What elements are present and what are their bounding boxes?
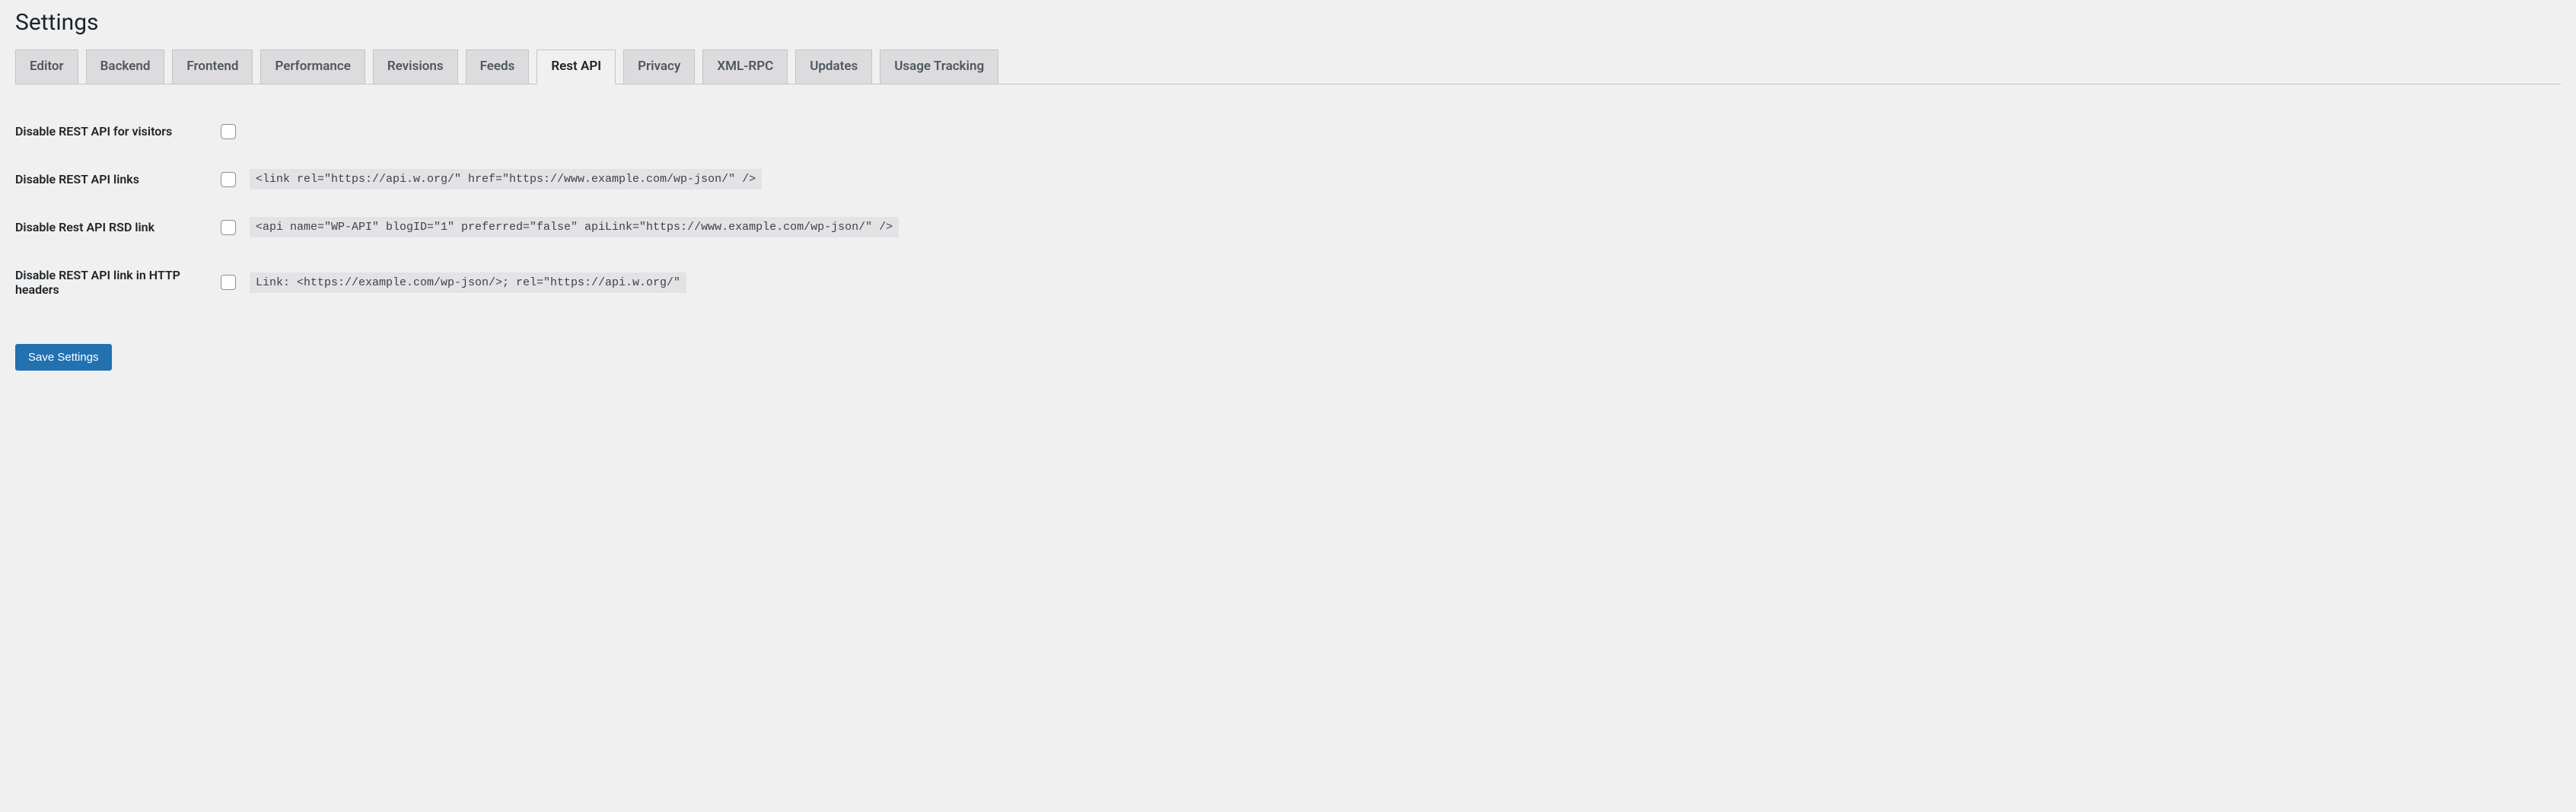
tab-editor[interactable]: Editor [15, 49, 78, 84]
tab-frontend[interactable]: Frontend [172, 49, 253, 84]
table-row: Disable Rest API RSD link <api name="WP-… [15, 203, 2561, 251]
tab-performance[interactable]: Performance [260, 49, 365, 84]
table-row: Disable REST API links <link rel="https:… [15, 155, 2561, 203]
tab-bar: Editor Backend Frontend Performance Revi… [15, 49, 2561, 84]
tab-updates[interactable]: Updates [795, 49, 872, 84]
disable-rest-rsd-checkbox[interactable] [221, 220, 236, 235]
table-row: Disable REST API link in HTTP headers Li… [15, 251, 2561, 314]
code-snippet: Link: <https://example.com/wp-json/>; re… [250, 272, 686, 293]
setting-label: Disable REST API link in HTTP headers [15, 251, 213, 314]
setting-label: Disable REST API for visitors [15, 107, 213, 155]
tab-revisions[interactable]: Revisions [373, 49, 458, 84]
setting-label: Disable REST API links [15, 155, 213, 203]
tab-privacy[interactable]: Privacy [623, 49, 695, 84]
code-snippet: <link rel="https://api.w.org/" href="htt… [250, 169, 762, 189]
disable-rest-visitors-checkbox[interactable] [221, 124, 236, 139]
page-title: Settings [15, 9, 2561, 36]
table-row: Disable REST API for visitors [15, 107, 2561, 155]
code-snippet: <api name="WP-API" blogID="1" preferred=… [250, 217, 899, 237]
tab-usage-tracking[interactable]: Usage Tracking [880, 49, 998, 84]
settings-table: Disable REST API for visitors Disable RE… [15, 107, 2561, 314]
disable-rest-links-checkbox[interactable] [221, 172, 236, 187]
tab-backend[interactable]: Backend [86, 49, 165, 84]
setting-label: Disable Rest API RSD link [15, 203, 213, 251]
save-button[interactable]: Save Settings [15, 344, 112, 371]
disable-rest-http-headers-checkbox[interactable] [221, 275, 236, 290]
tab-rest-api[interactable]: Rest API [537, 49, 616, 84]
tab-xml-rpc[interactable]: XML-RPC [702, 49, 788, 84]
tab-feeds[interactable]: Feeds [466, 49, 530, 84]
